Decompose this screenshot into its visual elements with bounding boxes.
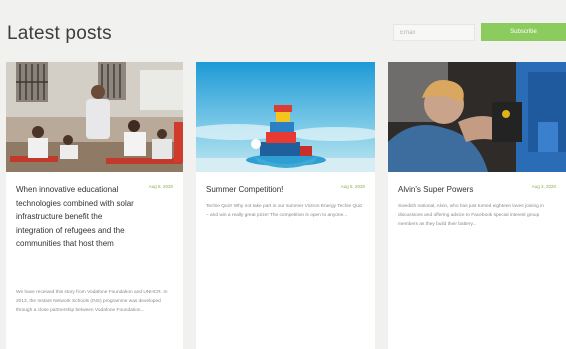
- post-excerpt: We have received this story from Vodafon…: [16, 290, 168, 313]
- posts-header: Latest posts Subscribe: [0, 0, 566, 60]
- post-excerpt: Swedish national, Alvin, who has just tu…: [398, 204, 544, 227]
- post-image[interactable]: [196, 62, 375, 172]
- post-date: Aug 5, 2020: [340, 184, 365, 189]
- post-card[interactable]: Summer Competition! Aug 5, 2020 Techie Q…: [196, 62, 375, 349]
- post-title[interactable]: When innovative educational technologies…: [16, 183, 134, 251]
- post-excerpt: Techie Quiz! Why not take part in our su…: [206, 204, 363, 218]
- page-title: Latest posts: [7, 23, 112, 44]
- post-card[interactable]: When innovative educational technologies…: [6, 62, 183, 349]
- post-date: Aug 8, 2020: [148, 184, 173, 189]
- post-image[interactable]: [6, 62, 183, 172]
- post-card[interactable]: Alvin's Super Powers Aug 3, 2020 Swedish…: [388, 62, 566, 349]
- post-title[interactable]: Summer Competition!: [206, 183, 324, 197]
- email-input[interactable]: [393, 24, 475, 41]
- post-title[interactable]: Alvin's Super Powers: [398, 183, 516, 197]
- subscribe-button[interactable]: Subscribe: [481, 23, 566, 41]
- post-image[interactable]: [388, 62, 566, 172]
- post-date: Aug 3, 2020: [531, 184, 556, 189]
